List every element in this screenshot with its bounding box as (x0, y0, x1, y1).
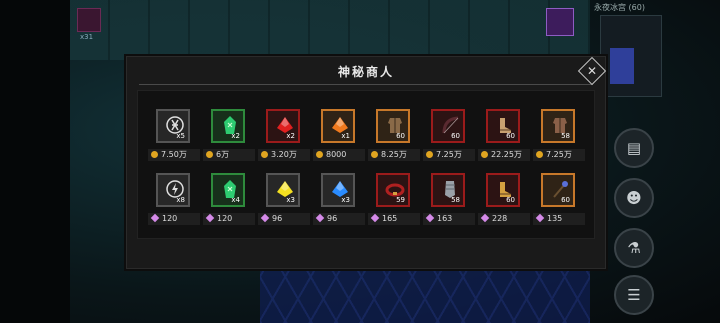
item-slot[interactable]: x3 (321, 173, 355, 207)
item-slot[interactable]: 60 (431, 109, 465, 143)
item-slot[interactable]: 58 (431, 173, 465, 207)
price-value: 6万 (216, 150, 230, 159)
item-price: 163 (423, 213, 475, 225)
gold-coin-icon (151, 151, 158, 158)
item-quantity: x8 (176, 196, 185, 204)
price-value: 96 (272, 214, 283, 223)
item-price: 6万 (203, 149, 255, 161)
price-value: 3.20万 (271, 150, 297, 159)
item-quantity: 60 (396, 132, 405, 140)
item-price: 8000 (313, 149, 365, 161)
skill-count: x31 (80, 33, 94, 41)
party-icon[interactable]: ☻ (614, 178, 654, 218)
item-quantity: 60 (506, 132, 515, 140)
character-portrait[interactable] (546, 8, 574, 36)
item-price: 8.25万 (368, 149, 420, 161)
item-quantity: x5 (176, 132, 185, 140)
diamond-icon (260, 213, 270, 223)
title-divider (139, 84, 593, 85)
diamond-icon (535, 213, 545, 223)
item-quantity: x3 (286, 196, 295, 204)
price-value: 8.25万 (381, 150, 407, 159)
dungeon-wall (70, 0, 590, 60)
diamond-icon (370, 213, 380, 223)
item-price: 135 (533, 213, 585, 225)
item-quantity: 60 (561, 196, 570, 204)
diamond-icon (425, 213, 435, 223)
diamond-icon (150, 213, 160, 223)
item-slot[interactable]: x8 (156, 173, 190, 207)
clipboard-icon[interactable]: ▤ (614, 128, 654, 168)
item-price: 96 (313, 213, 365, 225)
potion-icon[interactable]: ⚗ (614, 228, 654, 268)
shop-item-grid: x5 7.50万 x2 6万 x2 3.20万 x1 8000 60 8.25万 60 7.25万 60… (137, 90, 595, 239)
gold-coin-icon (261, 151, 268, 158)
item-slot[interactable]: 59 (376, 173, 410, 207)
close-icon[interactable]: ✕ (582, 61, 602, 81)
diamond-icon (205, 213, 215, 223)
item-quantity: 60 (506, 196, 515, 204)
diamond-icon (315, 213, 325, 223)
gold-coin-icon (371, 151, 378, 158)
price-value: 120 (162, 214, 178, 223)
menu-list-icon[interactable]: ☰ (614, 275, 654, 315)
item-quantity: x4 (231, 196, 240, 204)
item-quantity: x1 (341, 132, 350, 140)
item-quantity: x2 (231, 132, 240, 140)
price-value: 7.50万 (161, 150, 187, 159)
hex-floor (260, 262, 590, 323)
minimap-room (610, 48, 634, 84)
item-price: 22.25万 (478, 149, 530, 161)
gold-coin-icon (316, 151, 323, 158)
price-value: 22.25万 (491, 150, 522, 159)
item-price: 120 (203, 213, 255, 225)
item-quantity: x3 (341, 196, 350, 204)
item-price: 96 (258, 213, 310, 225)
price-value: 7.25万 (436, 150, 462, 159)
item-slot[interactable]: 60 (541, 173, 575, 207)
item-slot[interactable]: 58 (541, 109, 575, 143)
item-price: 228 (478, 213, 530, 225)
price-value: 228 (492, 214, 508, 223)
price-value: 7.25万 (546, 150, 572, 159)
price-value: 163 (437, 214, 453, 223)
item-quantity: 58 (451, 196, 460, 204)
item-slot[interactable]: 60 (486, 109, 520, 143)
item-slot[interactable]: 60 (486, 173, 520, 207)
price-value: 135 (547, 214, 563, 223)
item-slot[interactable]: x2 (266, 109, 300, 143)
item-quantity: 60 (451, 132, 460, 140)
price-value: 8000 (326, 150, 347, 159)
item-slot[interactable]: 60 (376, 109, 410, 143)
skill-slot-icon[interactable] (77, 8, 101, 32)
item-slot[interactable]: x3 (266, 173, 300, 207)
gold-coin-icon (481, 151, 488, 158)
price-value: 120 (217, 214, 233, 223)
gold-coin-icon (536, 151, 543, 158)
dialog-title: 神秘商人 (337, 65, 394, 79)
gold-coin-icon (206, 151, 213, 158)
item-quantity: 58 (561, 132, 570, 140)
left-dark-edge (0, 0, 70, 323)
gold-coin-icon (426, 151, 433, 158)
item-price: 165 (368, 213, 420, 225)
item-price: 120 (148, 213, 200, 225)
price-value: 165 (382, 214, 398, 223)
item-price: 3.20万 (258, 149, 310, 161)
map-title: 永夜冰宫 (60) (594, 3, 645, 12)
item-quantity: x2 (286, 132, 295, 140)
diamond-icon (480, 213, 490, 223)
price-value: 96 (327, 214, 338, 223)
item-slot[interactable]: x5 (156, 109, 190, 143)
item-price: 7.25万 (533, 149, 585, 161)
item-slot[interactable]: x1 (321, 109, 355, 143)
item-price: 7.25万 (423, 149, 475, 161)
item-slot[interactable]: x4 (211, 173, 245, 207)
item-quantity: 59 (396, 196, 405, 204)
item-slot[interactable]: x2 (211, 109, 245, 143)
item-price: 7.50万 (148, 149, 200, 161)
